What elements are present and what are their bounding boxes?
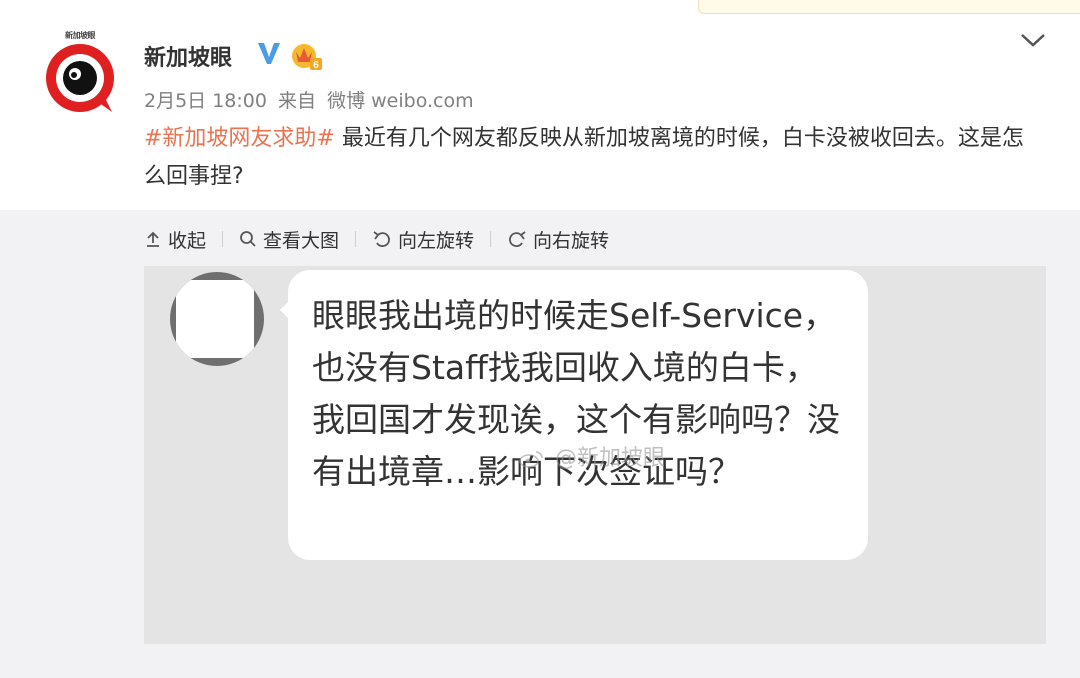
weibo-logo-icon [519, 451, 543, 468]
collapse-button[interactable]: 收起 [144, 226, 206, 253]
logo-eye-icon [46, 44, 114, 112]
toolbar-divider [490, 231, 492, 247]
rotate-left-label: 向左旋转 [398, 229, 475, 252]
chevron-down-icon[interactable] [1018, 30, 1048, 50]
rotate-left-button[interactable]: 向左旋转 [372, 226, 474, 253]
rotate-left-icon [373, 231, 390, 247]
vip-level: 6 [313, 60, 319, 70]
post-body: #新加坡网友求助# 最近有几个网友都反映从新加坡离境的时候，白卡没被收回去。这是… [144, 120, 1044, 196]
avatar-censor [176, 280, 254, 358]
author-name[interactable]: 新加坡眼 [144, 40, 232, 72]
vip-crown-icon[interactable]: 6 [290, 40, 322, 70]
post-from-label: 来自 [278, 90, 317, 112]
post-source[interactable]: 微博 weibo.com [327, 90, 474, 112]
post-image[interactable]: 眼眼我出境的时候走Self-Service，也没有Staff找我回收入境的白卡，… [144, 266, 1046, 644]
chat-avatar [170, 272, 264, 366]
watermark: @新加坡眼 [518, 440, 665, 472]
hashtag-link[interactable]: #新加坡网友求助# [144, 126, 335, 151]
watermark-text: @新加坡眼 [555, 446, 666, 471]
rotate-right-icon [509, 231, 526, 247]
chat-bubble: 眼眼我出境的时候走Self-Service，也没有Staff找我回收入境的白卡，… [280, 270, 868, 560]
view-large-label: 查看大图 [263, 229, 340, 252]
media-toolbar: 收起 查看大图 向左旋转 向右旋转 [144, 226, 609, 252]
chat-bubble-tail [280, 300, 290, 320]
avatar-logo-text: 新加坡眼 [65, 31, 96, 40]
collapse-label: 收起 [168, 229, 207, 252]
toolbar-divider [355, 231, 357, 247]
post-date[interactable]: 2月5日 18:00 [144, 90, 267, 112]
view-large-button[interactable]: 查看大图 [239, 226, 339, 253]
rotate-right-button[interactable]: 向右旋转 [507, 226, 609, 253]
search-icon [240, 231, 256, 247]
post-meta: 2月5日 18:00 来自 微博 weibo.com [144, 86, 479, 113]
avatar[interactable]: 新加坡眼 [38, 30, 122, 114]
toolbar-divider [222, 231, 224, 247]
collapse-icon [147, 231, 159, 247]
rotate-right-label: 向右旋转 [533, 229, 610, 252]
verified-icon[interactable] [256, 40, 282, 66]
tooltip-popover [698, 0, 1080, 14]
